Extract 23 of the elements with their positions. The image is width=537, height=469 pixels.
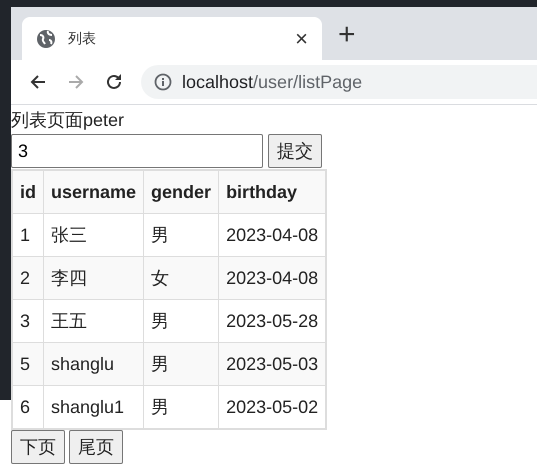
table-cell: 男 [144, 342, 219, 386]
column-header: id [12, 170, 44, 214]
submit-button[interactable]: 提交 [268, 134, 322, 168]
url-text: localhost/user/listPage [182, 72, 362, 92]
tab-title: 列表 [68, 30, 97, 48]
page-heading: 列表页面peter [11, 109, 126, 132]
info-icon [154, 73, 172, 91]
page-button[interactable]: 下页 [11, 430, 65, 464]
page-button[interactable]: 尾页 [69, 430, 123, 464]
address-bar[interactable]: localhost/user/listPage [141, 65, 537, 99]
table-cell: 2 [12, 256, 44, 300]
column-header: username [44, 170, 144, 214]
table-cell: 女 [144, 256, 219, 300]
table-cell: shanglu [44, 342, 144, 386]
browser-tab[interactable]: 列表 × [22, 17, 322, 60]
new-tab-button[interactable]: + [338, 14, 356, 50]
globe-icon [36, 28, 56, 48]
reload-icon[interactable] [104, 72, 124, 92]
table-cell: 5 [12, 342, 44, 386]
close-icon[interactable]: × [295, 28, 308, 50]
column-header: gender [144, 170, 219, 214]
input-field[interactable]: 3 [11, 134, 263, 168]
table-cell: 李四 [44, 256, 144, 300]
